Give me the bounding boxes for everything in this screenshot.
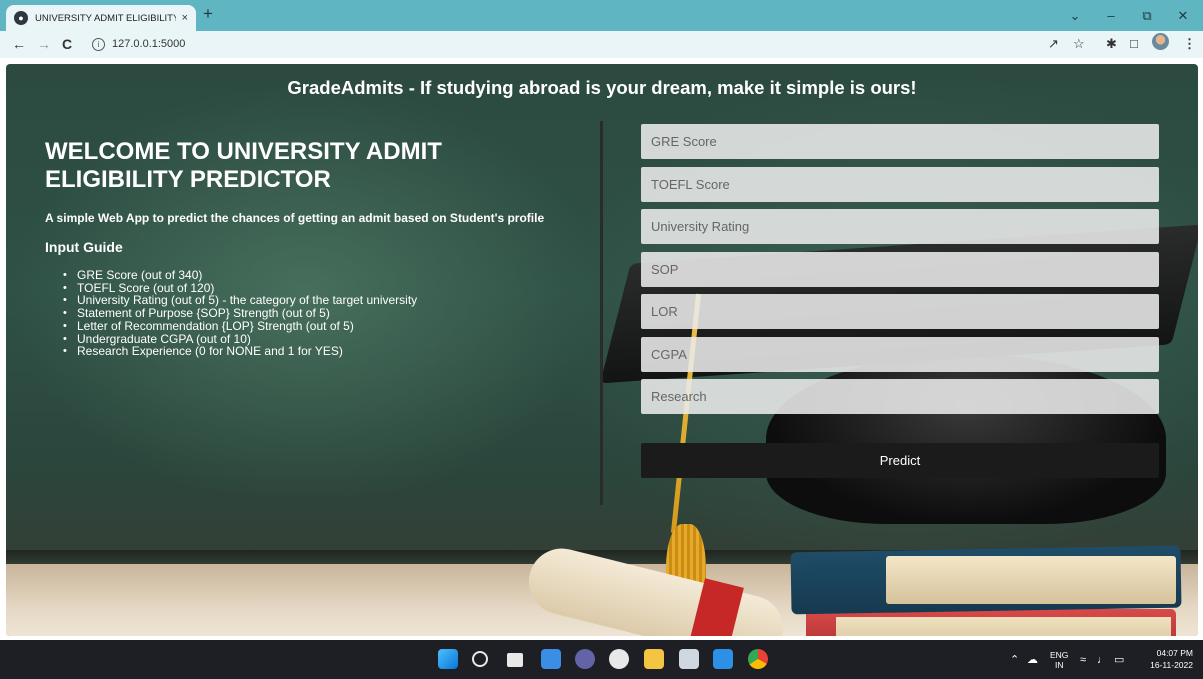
profile-avatar[interactable] [1152,33,1169,50]
wifi-icon[interactable]: ≈ [1080,640,1086,679]
battery-icon[interactable]: ▭ [1114,640,1124,679]
close-window-icon[interactable]: ✕ [1165,0,1201,31]
github-icon[interactable] [609,649,629,669]
guide-item: GRE Score (out of 340) [63,269,585,282]
clock-time: 04:07 PM [1156,648,1193,658]
tab-title: UNIVERSITY ADMIT ELIGIBILITY P [35,12,176,24]
forward-icon[interactable]: → [37,35,51,53]
search-icon[interactable] [472,651,488,667]
tab-close-icon[interactable]: × [182,12,188,24]
browser-toolbar: ← → C i 127.0.0.1:5000 ↗ ☆ ✱ □ ⋮ [0,31,1203,58]
guide-item: Letter of Recommendation {LOP} Strength … [63,320,585,333]
os-taskbar: ⌃ ☁ ENG IN ≈ ♩ ▭ 04:07 PM 16-11-2022 [0,640,1203,679]
minimize-icon[interactable]: – [1093,0,1129,31]
page-header: GradeAdmits - If studying abroad is your… [287,77,917,98]
restore-icon[interactable]: ⧉ [1129,0,1165,31]
input-guide-title: Input Guide [45,239,123,255]
intro-section: WELCOME TO UNIVERSITY ADMIT ELIGIBILITY … [45,138,585,358]
research-input[interactable] [641,379,1159,414]
guide-item: Statement of Purpose {SOP} Strength (out… [63,307,585,320]
page-viewport: GradeAdmits - If studying abroad is your… [6,64,1198,636]
guide-item: Research Experience (0 for NONE and 1 fo… [63,345,585,358]
prediction-form: Predict [641,124,1159,478]
lor-input[interactable] [641,294,1159,329]
extensions-icon[interactable]: ✱ [1106,36,1117,52]
reload-icon[interactable]: C [62,35,72,53]
bookmark-star-icon[interactable]: ☆ [1073,36,1085,52]
side-panel-icon[interactable]: □ [1130,36,1138,52]
chat-icon[interactable] [575,649,595,669]
share-icon[interactable]: ↗ [1048,36,1059,52]
widgets-icon[interactable] [541,649,561,669]
welcome-title: WELCOME TO UNIVERSITY ADMIT ELIGIBILITY … [45,138,442,193]
back-icon[interactable]: ← [12,35,26,53]
file-explorer-icon[interactable] [644,649,664,669]
predict-button[interactable]: Predict [641,443,1159,478]
decor-book-pages [886,556,1176,604]
system-clock[interactable]: 04:07 PM 16-11-2022 [1150,647,1193,671]
volume-icon[interactable]: ♩ [1097,640,1108,679]
browser-tab-strip: ● UNIVERSITY ADMIT ELIGIBILITY P × + ⌄ –… [0,0,1203,31]
chrome-icon[interactable] [748,649,768,669]
new-tab-button[interactable]: + [203,5,213,23]
weather-icon[interactable]: ☁ [1027,640,1038,679]
menu-kebab-icon[interactable]: ⋮ [1183,36,1196,52]
store-icon[interactable] [679,649,699,669]
clock-date: 16-11-2022 [1150,660,1193,670]
input-guide-list: GRE Score (out of 340) TOEFL Score (out … [45,269,585,358]
region-code: IN [1054,659,1064,670]
tray-chevron-icon[interactable]: ⌃ [1010,640,1019,679]
start-icon[interactable] [438,649,458,669]
sop-input[interactable] [641,251,1159,287]
address-bar[interactable]: 127.0.0.1:5000 [112,38,185,50]
language-code: ENG [1050,649,1069,660]
university-rating-input[interactable] [641,209,1159,244]
vscode-icon[interactable] [713,649,733,669]
cgpa-input[interactable] [641,336,1159,372]
globe-icon: ● [14,11,28,25]
browser-tab[interactable]: ● UNIVERSITY ADMIT ELIGIBILITY P × [6,5,196,31]
app-subtitle: A simple Web App to predict the chances … [45,211,545,225]
tab-search-icon[interactable]: ⌄ [1057,0,1093,31]
site-info-icon[interactable]: i [92,38,105,51]
decor-book-pages [836,617,1171,636]
toefl-score-input[interactable] [641,166,1159,202]
section-divider [600,121,603,505]
task-view-icon[interactable] [507,653,523,667]
language-indicator[interactable]: ENG IN [1050,640,1068,679]
gre-score-input[interactable] [641,124,1159,159]
